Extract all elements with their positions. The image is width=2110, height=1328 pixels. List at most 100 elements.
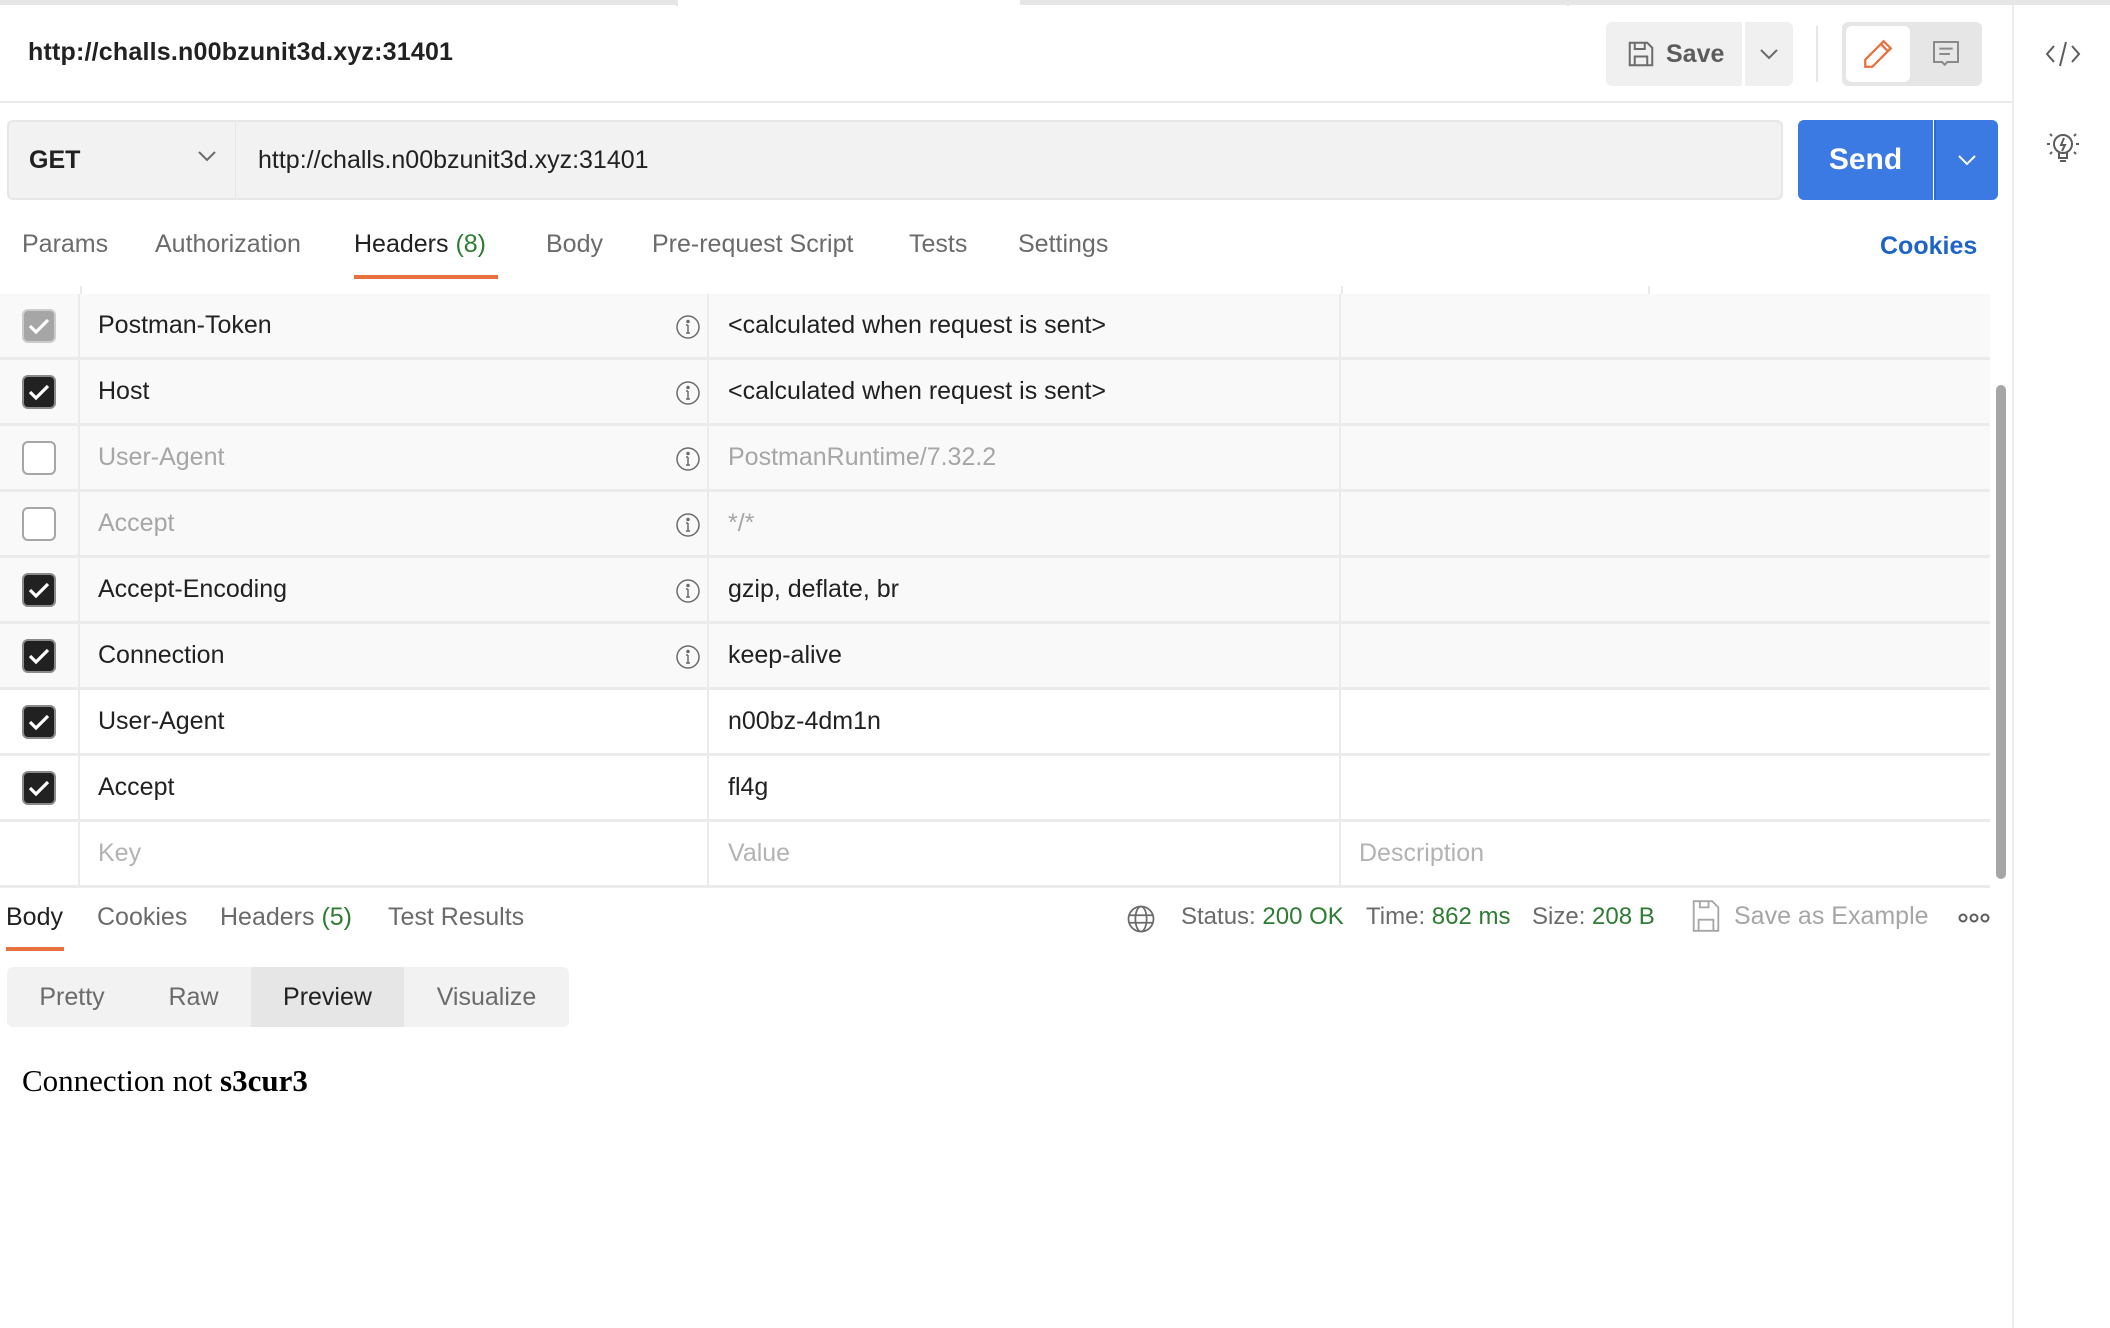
enable-checkbox[interactable] <box>22 572 56 607</box>
tab-label: Settings <box>1018 230 1109 258</box>
header-value-text: <calculated when request is sent> <box>728 377 1107 405</box>
header-description[interactable] <box>1341 426 1990 489</box>
mode-toggle <box>1842 22 1982 86</box>
header-value-text: PostmanRuntime/7.32.2 <box>728 443 997 471</box>
info-icon[interactable] <box>675 512 701 538</box>
tab-headers[interactable]: Headers (8) <box>354 230 486 259</box>
table-row: Accept-Encoding gzip, deflate, br <box>0 558 1990 624</box>
enable-checkbox[interactable] <box>22 638 56 673</box>
header-key-text: Postman-Token <box>98 311 272 339</box>
tab-pre-request-script[interactable]: Pre-request Script <box>652 230 853 259</box>
chevron-down-icon <box>198 151 216 162</box>
enable-checkbox[interactable] <box>22 770 56 805</box>
header-description[interactable] <box>1341 492 1990 555</box>
header-key[interactable]: User-Agent <box>80 690 709 753</box>
header-value[interactable]: <calculated when request is sent> <box>709 360 1341 423</box>
lightbulb-icon <box>2047 133 2079 162</box>
header-value[interactable]: n00bz-4dm1n <box>709 690 1341 753</box>
url-input[interactable]: http://challs.n00bzunit3d.xyz:31401 <box>236 120 1783 200</box>
view-pretty[interactable]: Pretty <box>7 967 137 1027</box>
active-response-tab-indicator <box>6 947 64 951</box>
header-value[interactable]: <calculated when request is sent> <box>709 294 1341 357</box>
size-value: 208 B <box>1592 903 1655 930</box>
new-key-input[interactable]: Key <box>80 822 709 885</box>
header-description[interactable] <box>1341 756 1990 819</box>
send-options-button[interactable] <box>1934 120 1998 200</box>
tab-tests[interactable]: Tests <box>909 230 967 259</box>
enable-checkbox[interactable] <box>22 308 56 343</box>
more-horizontal-icon <box>1958 913 1990 923</box>
response-tab-headers[interactable]: Headers (5) <box>220 903 352 932</box>
tab-params[interactable]: Params <box>22 230 108 259</box>
send-button[interactable]: Send <box>1798 120 1933 200</box>
view-preview[interactable]: Preview <box>251 967 404 1027</box>
edit-mode-button[interactable] <box>1846 26 1910 82</box>
enable-checkbox[interactable] <box>22 440 56 475</box>
header-value-text: n00bz-4dm1n <box>728 707 881 735</box>
header-key[interactable]: Accept <box>80 492 709 555</box>
more-options-button[interactable] <box>1956 906 1992 930</box>
enable-checkbox[interactable] <box>22 704 56 739</box>
tab-authorization[interactable]: Authorization <box>155 230 301 259</box>
info-icon[interactable] <box>675 380 701 406</box>
response-time[interactable]: Time: 862 ms <box>1366 903 1510 931</box>
header-description[interactable] <box>1341 360 1990 423</box>
header-key[interactable]: User-Agent <box>80 426 709 489</box>
header-description[interactable] <box>1341 690 1990 753</box>
time-value: 862 ms <box>1431 903 1511 930</box>
table-row: Postman-Token <calculated when request is… <box>0 294 1990 360</box>
response-status[interactable]: Status: 200 OK <box>1181 903 1344 931</box>
response-tab-test-results[interactable]: Test Results <box>388 903 524 932</box>
key-placeholder: Key <box>98 839 142 867</box>
header-key[interactable]: Host <box>80 360 709 423</box>
network-info-button[interactable] <box>1126 904 1156 939</box>
save-options-button[interactable] <box>1745 22 1793 86</box>
new-value-input[interactable]: Value <box>709 822 1341 885</box>
code-snippet-button[interactable] <box>2039 30 2087 78</box>
header-value[interactable]: gzip, deflate, br <box>709 558 1341 621</box>
enable-checkbox[interactable] <box>22 374 56 409</box>
info-icon[interactable] <box>675 314 701 340</box>
comment-mode-button[interactable] <box>1914 26 1978 82</box>
chevron-down-icon <box>1958 155 1976 166</box>
header-value-text: fl4g <box>728 773 769 801</box>
body-view-mode: Pretty Raw Preview Visualize <box>7 967 569 1027</box>
view-raw[interactable]: Raw <box>137 967 250 1027</box>
header-description[interactable] <box>1341 624 1990 687</box>
enable-checkbox[interactable] <box>22 506 56 541</box>
header-value[interactable]: */* <box>709 492 1341 555</box>
view-visualize[interactable]: Visualize <box>404 967 569 1027</box>
header-value[interactable]: keep-alive <box>709 624 1341 687</box>
header-value-text: gzip, deflate, br <box>728 575 899 603</box>
header-key[interactable]: Accept <box>80 756 709 819</box>
header-key[interactable]: Connection <box>80 624 709 687</box>
header-key[interactable]: Accept-Encoding <box>80 558 709 621</box>
table-scrollbar[interactable] <box>1996 385 2006 879</box>
info-icon[interactable] <box>675 578 701 604</box>
info-icon[interactable] <box>675 644 701 670</box>
right-sidebar-border <box>2012 5 2014 1328</box>
save-as-example-button[interactable]: Save as Example <box>1692 900 1929 932</box>
response-tab-cookies[interactable]: Cookies <box>97 903 187 932</box>
header-value[interactable]: PostmanRuntime/7.32.2 <box>709 426 1341 489</box>
header-description[interactable] <box>1341 558 1990 621</box>
value-placeholder: Value <box>728 839 791 867</box>
table-row: Accept fl4g <box>0 756 1990 822</box>
tab-settings[interactable]: Settings <box>1018 230 1108 259</box>
header-value[interactable]: fl4g <box>709 756 1341 819</box>
save-button[interactable]: Save <box>1606 22 1742 86</box>
comment-icon <box>1933 41 1959 67</box>
response-tab-body[interactable]: Body <box>6 903 63 932</box>
method-select[interactable]: GET <box>7 120 237 200</box>
new-description-input[interactable]: Description <box>1341 822 1990 885</box>
info-icon[interactable] <box>675 446 701 472</box>
request-title[interactable]: http://challs.n00bzunit3d.xyz:31401 <box>28 38 453 67</box>
tab-body[interactable]: Body <box>546 230 603 259</box>
active-tab-indicator <box>354 275 498 279</box>
suggestions-button[interactable] <box>2039 124 2087 172</box>
tab-label: Test Results <box>388 903 525 931</box>
cookies-link[interactable]: Cookies <box>1880 232 1977 261</box>
header-description[interactable] <box>1341 294 1990 357</box>
header-key[interactable]: Postman-Token <box>80 294 709 357</box>
response-size[interactable]: Size: 208 B <box>1532 903 1655 931</box>
